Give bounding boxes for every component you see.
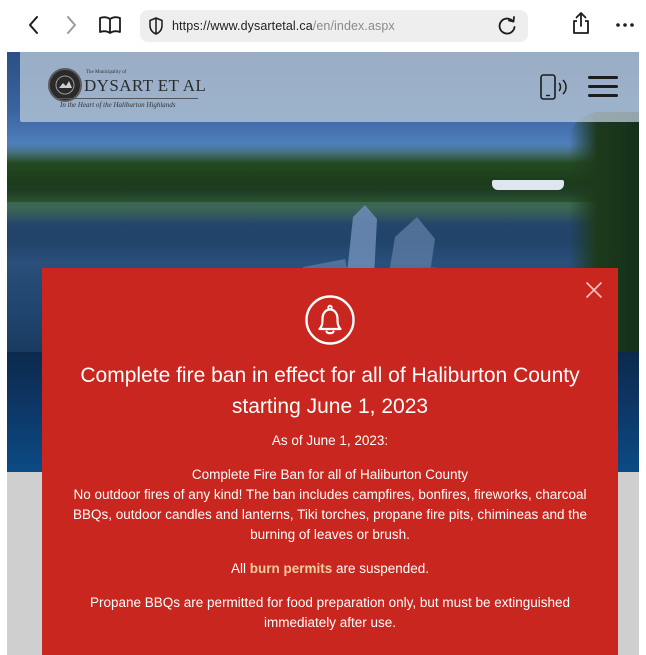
address-bar[interactable]: https://www.dysartetal.ca/en/index.aspx	[140, 10, 528, 42]
logo-name[interactable]: DYSART ET AL	[84, 76, 206, 96]
burn-permits-link[interactable]: burn permits	[250, 561, 333, 576]
logo-divider	[58, 98, 198, 99]
site-header: The Municipality of DYSART ET AL In the …	[20, 52, 639, 122]
ban-details: No outdoor fires of any kind! The ban in…	[72, 487, 588, 542]
alert-title: Complete fire ban in effect for all of H…	[80, 364, 580, 418]
chevron-left-icon[interactable]	[21, 12, 47, 38]
logo-tagline: In the Heart of the Haliburton Highlands	[60, 101, 176, 109]
bell-icon	[304, 294, 356, 346]
logo-small-text: The Municipality of	[86, 70, 127, 75]
url-host: https://www.dysartetal.ca	[172, 19, 313, 33]
alert-ban-text: Complete Fire Ban for all of Haliburton …	[56, 465, 604, 545]
permits-text-after: are suspended.	[332, 561, 430, 576]
municipal-seal-icon[interactable]	[48, 68, 82, 102]
url-path: /en/index.aspx	[312, 19, 395, 33]
permits-text-before: All	[230, 561, 250, 576]
shield-icon	[148, 17, 164, 40]
boat	[492, 180, 564, 190]
alert-date-line: As of June 1, 2023:	[271, 433, 389, 448]
book-icon[interactable]	[95, 12, 125, 38]
hamburger-menu-icon[interactable]	[588, 76, 618, 98]
share-icon[interactable]	[568, 10, 594, 36]
phone-speaker-icon[interactable]	[538, 72, 572, 102]
fire-ban-alert-modal: Complete fire ban in effect for all of H…	[42, 268, 618, 655]
alert-permits-line: All burn permits are suspended.	[56, 559, 604, 579]
browser-toolbar: https://www.dysartetal.ca/en/index.aspx	[0, 0, 646, 52]
ban-heading: Complete Fire Ban for all of Haliburton …	[191, 467, 469, 482]
reload-icon[interactable]	[496, 15, 518, 42]
close-icon[interactable]	[582, 278, 606, 302]
alert-bbq-note: Propane BBQs are permitted for food prep…	[89, 595, 571, 630]
ellipsis-icon[interactable]	[612, 12, 638, 38]
chevron-right-icon[interactable]	[58, 12, 84, 38]
url-text: https://www.dysartetal.ca/en/index.aspx	[172, 19, 395, 33]
